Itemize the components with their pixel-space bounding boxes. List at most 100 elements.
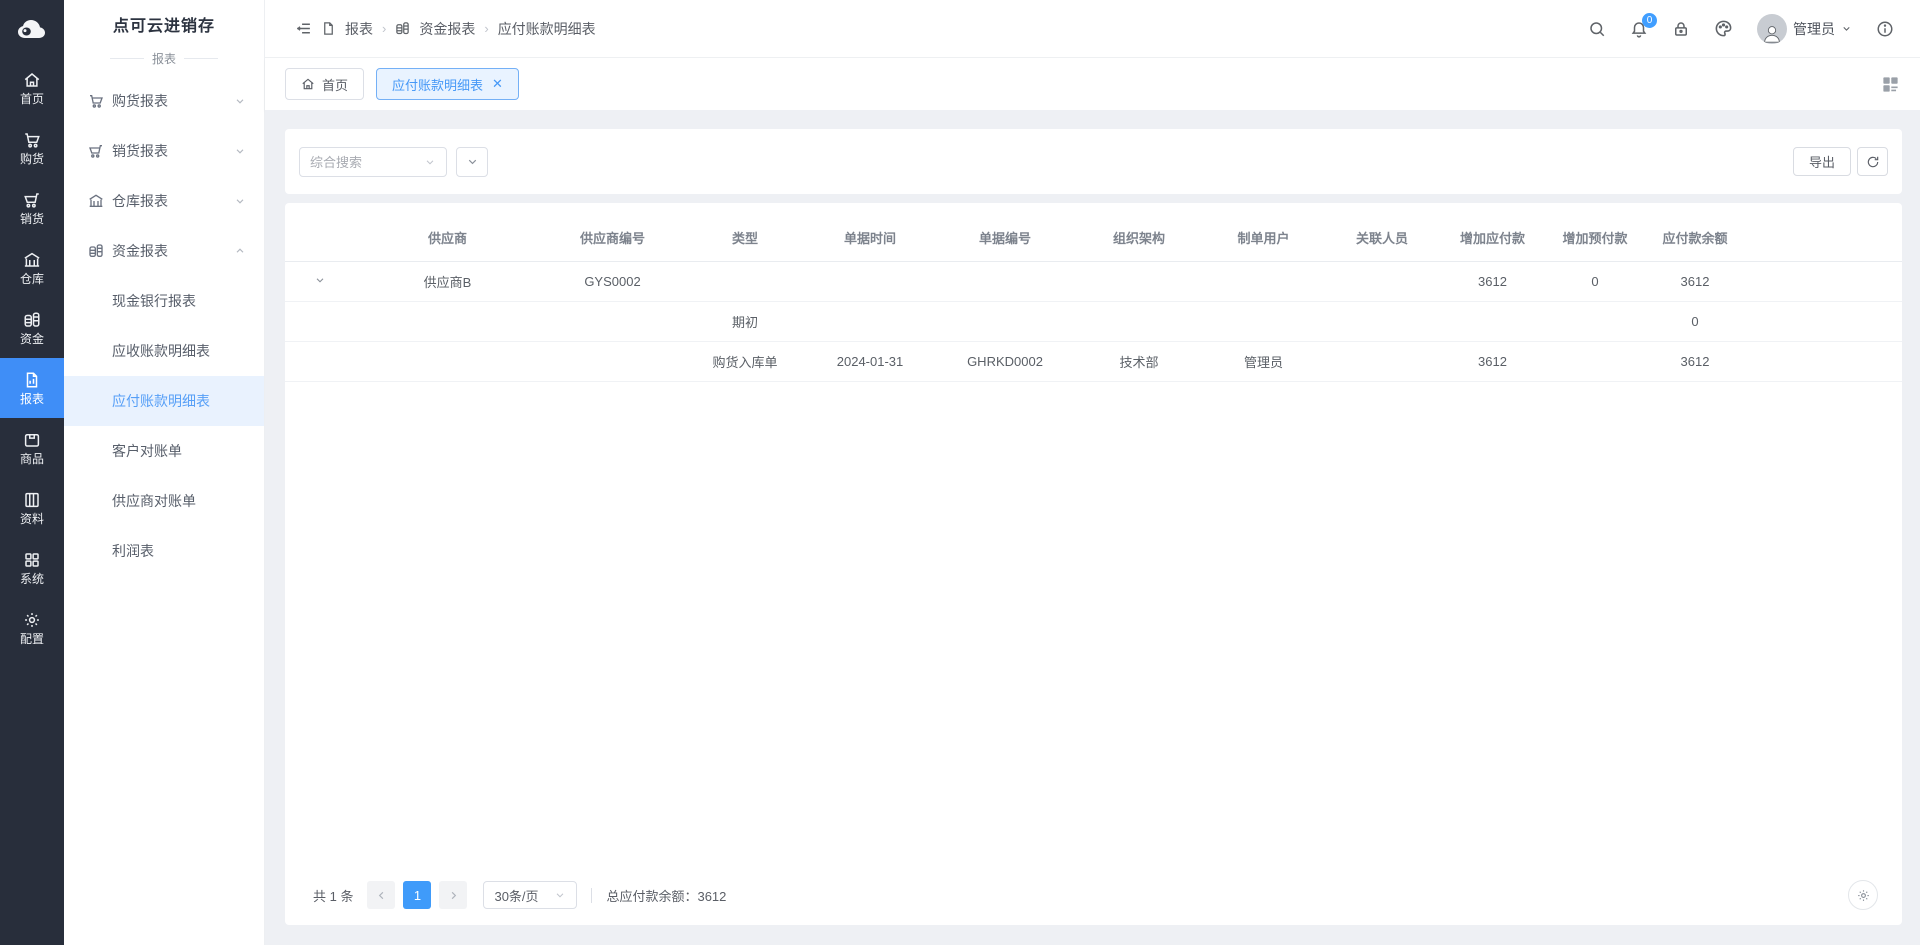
- rail-item-reports[interactable]: 报表: [0, 358, 64, 418]
- rail-item-label: 资料: [20, 513, 44, 525]
- sales-cart-icon: [23, 191, 41, 209]
- cell-supplier: 供应商B: [355, 261, 540, 301]
- user-menu[interactable]: 管理员: [1757, 14, 1852, 44]
- rail-item-goods[interactable]: 商品: [0, 418, 64, 478]
- app-logo[interactable]: [0, 0, 64, 58]
- menu-item-label: 利润表: [112, 541, 154, 561]
- primary-sidebar: 首页 购货 销货 仓库 资金 报表 商品 资料 系统 配置: [0, 0, 64, 945]
- menu-group-warehouse-reports[interactable]: 仓库报表: [64, 176, 264, 226]
- data-book-icon: [23, 491, 41, 509]
- report-file-icon: [23, 371, 41, 389]
- table-row: 购货入库单 2024-01-31 GHRKD0002 技术部 管理员 3612 …: [285, 341, 1902, 381]
- menu-item-supplier-statement[interactable]: 供应商对账单: [64, 476, 264, 526]
- prev-page-button[interactable]: [367, 881, 395, 909]
- breadcrumb-separator: ›: [484, 21, 488, 36]
- header-actions: 0 管理员: [1588, 14, 1894, 44]
- menu-item-label: 供应商对账单: [112, 491, 196, 511]
- page-size-select[interactable]: 30条/页: [483, 881, 577, 909]
- menu-item-receivable-detail[interactable]: 应收账款明细表: [64, 326, 264, 376]
- cell-doc-date: 2024-01-31: [805, 341, 935, 381]
- theme-palette-icon[interactable]: [1714, 19, 1733, 38]
- chevron-down-icon: [554, 889, 566, 901]
- rail-item-purchase[interactable]: 购货: [0, 118, 64, 178]
- tab-payable-detail[interactable]: 应付账款明细表 ✕: [376, 68, 519, 100]
- col-expand: [285, 215, 355, 261]
- rail-item-label: 首页: [20, 93, 44, 105]
- col-supplier-code: 供应商编号: [540, 215, 685, 261]
- advanced-search-toggle[interactable]: [456, 147, 488, 177]
- notification-badge: 0: [1642, 13, 1657, 28]
- table-settings-gear-icon[interactable]: [1848, 880, 1878, 910]
- page-size-value: 30条/页: [494, 886, 538, 905]
- cell-creator: 管理员: [1203, 341, 1324, 381]
- menu-group-sales-reports[interactable]: 销货报表: [64, 126, 264, 176]
- notification-bell-icon[interactable]: 0: [1630, 20, 1648, 38]
- chevron-down-icon: [466, 155, 479, 168]
- cell-type: [685, 261, 805, 301]
- menu-item-label: 现金银行报表: [112, 291, 196, 311]
- rail-item-config[interactable]: 配置: [0, 598, 64, 658]
- chevron-up-icon: [234, 245, 246, 257]
- rail-item-sales[interactable]: 销货: [0, 178, 64, 238]
- expand-row-icon[interactable]: [314, 274, 326, 286]
- table-header-row: 供应商 供应商编号 类型 单据时间 单据编号 组织架构 制单用户 关联人员 增加…: [285, 215, 1902, 261]
- refresh-button[interactable]: [1857, 147, 1888, 176]
- tab-home[interactable]: 首页: [285, 68, 364, 100]
- table-row: 供应商B GYS0002 3612 0 3612: [285, 261, 1902, 301]
- cell-payable-increase: 3612: [1440, 261, 1545, 301]
- export-button[interactable]: 导出: [1793, 147, 1851, 176]
- cell-doc-date: [805, 301, 935, 341]
- menu-group-purchase-reports[interactable]: 购货报表: [64, 76, 264, 126]
- rail-item-home[interactable]: 首页: [0, 58, 64, 118]
- purchase-cart-icon: [88, 93, 104, 109]
- breadcrumb-separator: ›: [382, 21, 386, 36]
- cell-related-person: [1324, 261, 1440, 301]
- chevron-down-icon: [234, 95, 246, 107]
- divider-line: [184, 58, 218, 59]
- breadcrumb-level3: 应付账款明细表: [498, 19, 596, 39]
- col-doc-number: 单据编号: [935, 215, 1075, 261]
- menu-item-cash-bank-report[interactable]: 现金银行报表: [64, 276, 264, 326]
- chevron-down-icon: [234, 145, 246, 157]
- menu-item-payable-detail[interactable]: 应付账款明细表: [64, 376, 264, 426]
- col-type: 类型: [685, 215, 805, 261]
- rail-item-system[interactable]: 系统: [0, 538, 64, 598]
- rail-item-warehouse[interactable]: 仓库: [0, 238, 64, 298]
- table-card: 供应商 供应商编号 类型 单据时间 单据编号 组织架构 制单用户 关联人员 增加…: [285, 203, 1902, 925]
- cell-supplier-code: GYS0002: [540, 261, 685, 301]
- menu-fold-icon[interactable]: [295, 20, 312, 37]
- cell-creator: [1203, 301, 1324, 341]
- col-creator: 制单用户: [1203, 215, 1324, 261]
- cell-payable-increase: 3612: [1440, 341, 1545, 381]
- menu-item-profit-report[interactable]: 利润表: [64, 526, 264, 576]
- page-number-button[interactable]: 1: [403, 881, 431, 909]
- cell-prepaid-increase: 0: [1545, 261, 1645, 301]
- rail-item-funds[interactable]: 资金: [0, 298, 64, 358]
- funds-coins-icon: [88, 243, 104, 259]
- cell-organization: 技术部: [1075, 341, 1203, 381]
- cell-supplier: [355, 341, 540, 381]
- breadcrumb-level2[interactable]: 资金报表: [419, 19, 475, 39]
- menu-group-funds-reports[interactable]: 资金报表: [64, 226, 264, 276]
- next-page-button[interactable]: [439, 881, 467, 909]
- username: 管理员: [1793, 19, 1835, 39]
- payable-balance-summary: 总应付款余额：3612: [606, 886, 726, 905]
- lock-icon[interactable]: [1672, 20, 1690, 38]
- cell-payable-balance: 3612: [1645, 261, 1745, 301]
- cell-organization: [1075, 261, 1203, 301]
- close-icon[interactable]: ✕: [492, 76, 503, 92]
- info-icon[interactable]: [1876, 20, 1894, 38]
- search-icon[interactable]: [1588, 20, 1606, 38]
- tab-list-icon[interactable]: [1881, 75, 1900, 94]
- rail-item-data[interactable]: 资料: [0, 478, 64, 538]
- report-file-icon: [321, 21, 336, 36]
- menu-item-customer-statement[interactable]: 客户对账单: [64, 426, 264, 476]
- search-select[interactable]: 综合搜索: [299, 147, 447, 177]
- total-count: 共 1 条: [313, 886, 353, 905]
- menu-group-label: 仓库报表: [112, 191, 168, 211]
- rail-item-label: 销货: [20, 213, 44, 225]
- cell-payable-balance: 0: [1645, 301, 1745, 341]
- breadcrumb-level1[interactable]: 报表: [345, 19, 373, 39]
- chevron-down-icon: [1841, 23, 1852, 34]
- funds-coins-icon: [23, 311, 41, 329]
